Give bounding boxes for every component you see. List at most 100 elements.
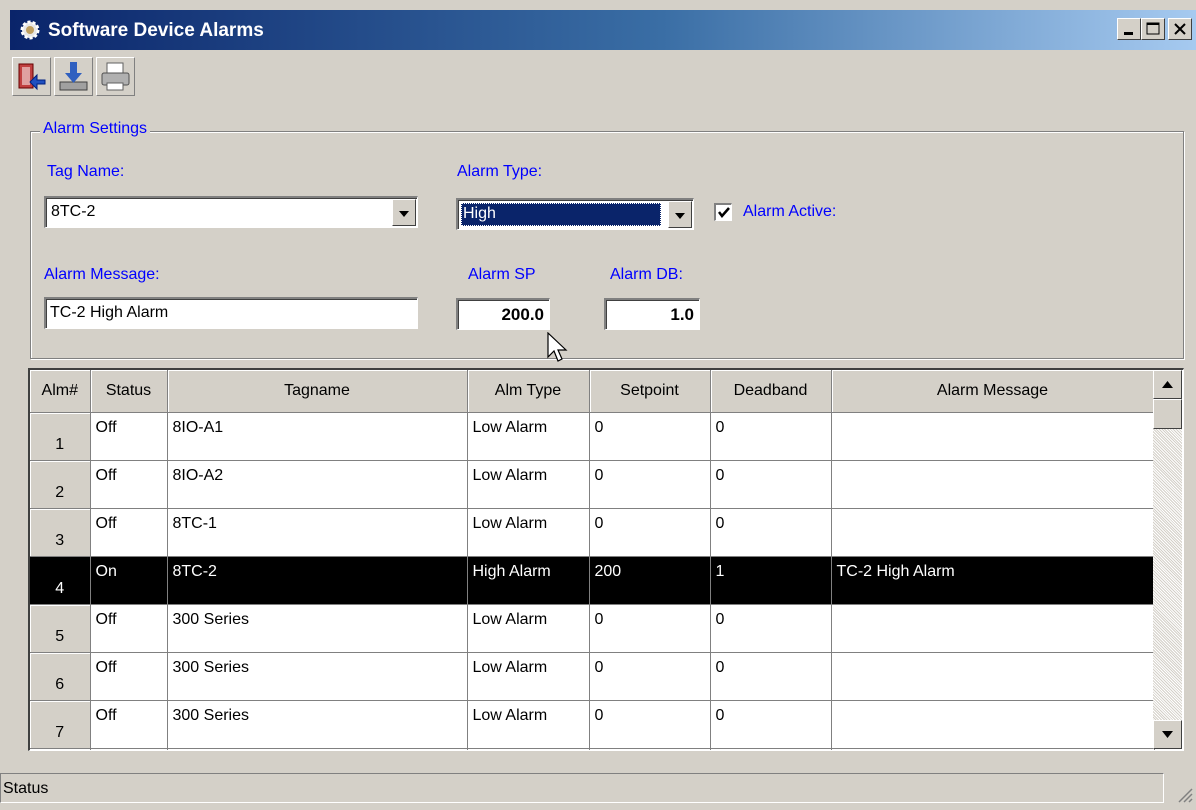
alarm-message-cell[interactable]: [831, 508, 1155, 557]
deadband-cell[interactable]: 0: [710, 508, 832, 557]
scroll-down-button[interactable]: [1153, 720, 1182, 749]
tag-name-value: 8TC-2: [51, 203, 96, 220]
exit-button[interactable]: [12, 57, 51, 96]
alarm-type-value: High: [463, 205, 496, 222]
alarm-type-cell[interactable]: Low Alarm: [467, 700, 590, 749]
column-header[interactable]: Status: [90, 370, 168, 413]
status-cell[interactable]: Off: [90, 508, 168, 557]
alarm-message-cell[interactable]: [831, 460, 1155, 509]
setpoint-cell[interactable]: 0: [589, 604, 711, 653]
alarm-message-field[interactable]: TC-2 High Alarm: [44, 297, 418, 329]
alarm-type-cell[interactable]: Low Alarm: [467, 604, 590, 653]
deadband-cell[interactable]: 0: [710, 652, 832, 701]
column-header[interactable]: Setpoint: [589, 370, 711, 413]
setpoint-cell[interactable]: 0: [589, 700, 711, 749]
setpoint-cell[interactable]: 0: [589, 412, 711, 461]
alarm-message-cell[interactable]: [831, 700, 1155, 749]
deadband-cell[interactable]: 0: [710, 604, 832, 653]
tagname-cell[interactable]: 300 Series: [167, 652, 468, 701]
table-row[interactable]: 6 Off 300 Series Low Alarm 0 0: [30, 652, 1155, 701]
alarm-db-field[interactable]: 1.0: [604, 298, 700, 330]
scroll-up-button[interactable]: [1153, 370, 1182, 399]
status-text: Status: [3, 780, 49, 797]
scroll-thumb[interactable]: [1153, 399, 1182, 429]
title-bar[interactable]: Software Device Alarms: [10, 10, 1196, 50]
deadband-cell[interactable]: 1: [710, 556, 832, 605]
alarm-message-cell[interactable]: TC-2 High Alarm: [831, 556, 1155, 605]
table-row[interactable]: 2 Off 8IO-A2 Low Alarm 0 0: [30, 460, 1155, 509]
alarm-message-cell[interactable]: [831, 412, 1155, 461]
maximize-button[interactable]: [1141, 18, 1165, 40]
alarm-grid[interactable]: Alm# Status Tagname Alm Type Setpoint Deadban…: [28, 368, 1184, 751]
minimize-button[interactable]: [1117, 18, 1141, 40]
download-button[interactable]: [54, 57, 93, 96]
row-number-cell[interactable]: 3: [30, 508, 91, 557]
tagname-cell[interactable]: 300 Series: [167, 604, 468, 653]
print-button[interactable]: [96, 57, 135, 96]
tagname-cell[interactable]: 300 Series: [167, 700, 468, 749]
column-header[interactable]: Alarm Message: [831, 370, 1155, 413]
alarm-message-cell[interactable]: [831, 652, 1155, 701]
column-header[interactable]: Alm Type: [467, 370, 590, 413]
alarm-message-label: Alarm Message:: [44, 266, 160, 283]
window-title: Software Device Alarms: [48, 20, 264, 41]
alarm-type-cell[interactable]: Low Alarm: [467, 652, 590, 701]
tagname-cell[interactable]: 300 Series: [167, 748, 468, 750]
alarm-db-label: Alarm DB:: [610, 266, 683, 283]
alarm-type-cell[interactable]: Low Alarm: [467, 460, 590, 509]
deadband-cell[interactable]: 0: [710, 412, 832, 461]
setpoint-cell[interactable]: 0: [589, 508, 711, 557]
row-number-cell[interactable]: 8: [30, 748, 91, 750]
download-icon: [59, 62, 88, 91]
alarm-type-dropdown[interactable]: High: [456, 198, 694, 230]
setpoint-cell[interactable]: 0: [589, 748, 711, 750]
row-number-cell[interactable]: 4: [30, 556, 91, 605]
column-header[interactable]: Alm#: [30, 370, 91, 413]
status-cell[interactable]: Off: [90, 412, 168, 461]
alarm-message-cell[interactable]: [831, 748, 1155, 750]
alarm-active-checkbox[interactable]: [714, 203, 732, 221]
chevron-down-icon[interactable]: [668, 201, 692, 228]
alarm-message-cell[interactable]: [831, 604, 1155, 653]
alarm-type-cell[interactable]: High Alarm: [467, 556, 590, 605]
status-cell[interactable]: Off: [90, 748, 168, 750]
grid-vertical-scrollbar[interactable]: [1153, 370, 1182, 749]
row-number-cell[interactable]: 6: [30, 652, 91, 701]
tagname-cell[interactable]: 8TC-1: [167, 508, 468, 557]
deadband-cell[interactable]: 0: [710, 748, 832, 750]
alarm-type-cell[interactable]: Low Alarm: [467, 508, 590, 557]
deadband-cell[interactable]: 0: [710, 460, 832, 509]
tag-name-dropdown[interactable]: 8TC-2: [44, 196, 418, 228]
table-row[interactable]: 7 Off 300 Series Low Alarm 0 0: [30, 700, 1155, 749]
table-row[interactable]: 1 Off 8IO-A1 Low Alarm 0 0: [30, 412, 1155, 461]
resize-grip-icon[interactable]: [1176, 786, 1194, 804]
column-header[interactable]: Deadband: [710, 370, 832, 413]
status-cell[interactable]: Off: [90, 652, 168, 701]
table-row[interactable]: 3 Off 8TC-1 Low Alarm 0 0: [30, 508, 1155, 557]
row-number-cell[interactable]: 1: [30, 412, 91, 461]
status-cell[interactable]: Off: [90, 460, 168, 509]
status-cell[interactable]: Off: [90, 604, 168, 653]
row-number-cell[interactable]: 7: [30, 700, 91, 749]
table-row[interactable]: 5 Off 300 Series Low Alarm 0 0: [30, 604, 1155, 653]
tagname-cell[interactable]: 8TC-2: [167, 556, 468, 605]
setpoint-cell[interactable]: 0: [589, 460, 711, 509]
chevron-down-icon[interactable]: [392, 199, 416, 226]
table-row[interactable]: 4 On 8TC-2 High Alarm 200 1 TC-2 High Alarm: [30, 556, 1155, 605]
row-number-cell[interactable]: 5: [30, 604, 91, 653]
close-button[interactable]: [1168, 18, 1192, 40]
setpoint-cell[interactable]: 200: [589, 556, 711, 605]
setpoint-cell[interactable]: 0: [589, 652, 711, 701]
table-row[interactable]: 8Off300 SeriesLow Alarm00: [30, 748, 1155, 750]
column-header[interactable]: Tagname: [167, 370, 468, 413]
row-number-cell[interactable]: 2: [30, 460, 91, 509]
deadband-cell[interactable]: 0: [710, 700, 832, 749]
grid-header-row: Alm# Status Tagname Alm Type Setpoint Deadban…: [30, 370, 1155, 413]
alarm-type-cell[interactable]: Low Alarm: [467, 412, 590, 461]
alarm-sp-field[interactable]: 200.0: [456, 298, 550, 330]
tagname-cell[interactable]: 8IO-A2: [167, 460, 468, 509]
status-cell[interactable]: On: [90, 556, 168, 605]
status-cell[interactable]: Off: [90, 700, 168, 749]
alarm-type-cell[interactable]: Low Alarm: [467, 748, 590, 750]
tagname-cell[interactable]: 8IO-A1: [167, 412, 468, 461]
